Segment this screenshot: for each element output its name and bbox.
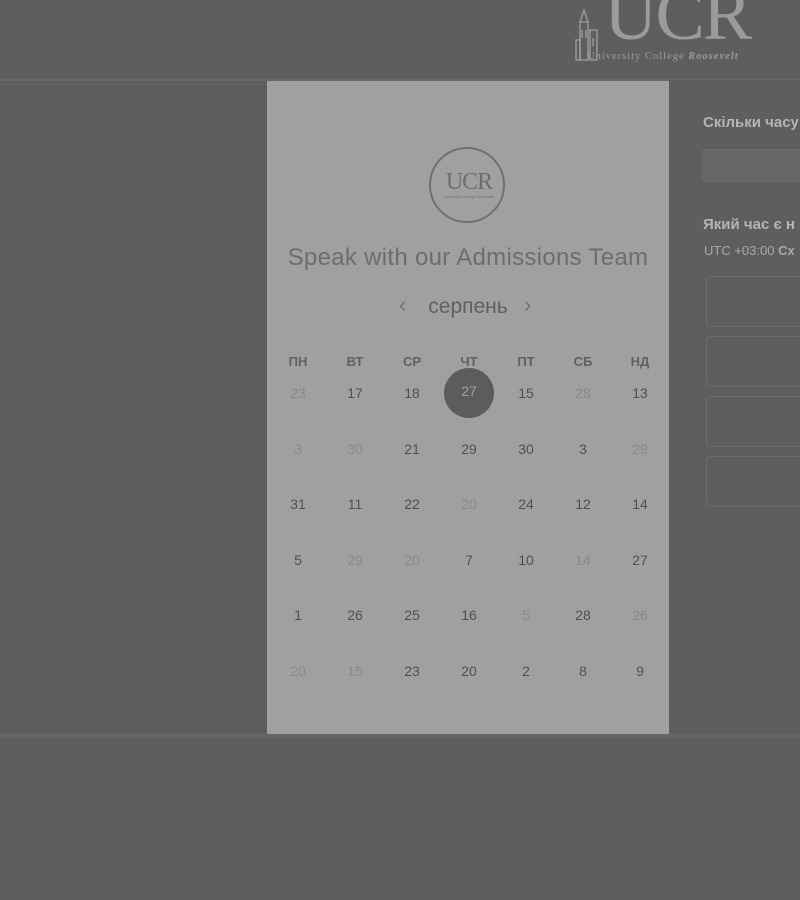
duration-select[interactable] <box>702 149 800 182</box>
time-slot[interactable] <box>706 336 800 387</box>
calendar-day: 14 <box>575 552 591 568</box>
calendar-day: 29 <box>347 552 363 568</box>
calendar-day-selected[interactable]: 27 <box>444 368 494 418</box>
time-slot[interactable] <box>706 456 800 507</box>
calendar-day[interactable]: 28 <box>558 590 608 640</box>
chevron-right-icon[interactable]: › <box>524 293 531 317</box>
calendar-day[interactable]: 21 <box>387 424 437 474</box>
calendar-day[interactable]: 15 <box>501 368 551 418</box>
modal-logo: UCR University College Roosevelt <box>429 147 505 223</box>
modal-logo-wordmark: UCR <box>445 169 493 195</box>
calendar-day[interactable]: 11 <box>330 479 380 529</box>
calendar-day[interactable]: 22 <box>387 479 437 529</box>
calendar-day[interactable]: 8 <box>558 646 608 696</box>
weekday-header: ПН <box>288 354 308 369</box>
calendar-day: 29 <box>632 441 648 457</box>
calendar-day: 20 <box>404 552 420 568</box>
logo-wordmark: UCR <box>604 0 752 56</box>
calendar-day[interactable]: 27 <box>615 535 665 585</box>
calendar-day: 26 <box>632 607 648 623</box>
left-panel <box>0 84 267 735</box>
calendar-day[interactable]: 5 <box>273 535 323 585</box>
calendar-day[interactable]: 3 <box>558 424 608 474</box>
timezone-suffix: Сх <box>778 243 795 258</box>
calendar-day: 23 <box>290 385 306 401</box>
calendar-day[interactable]: 24 <box>501 479 551 529</box>
logo-subtitle-plain: University College <box>587 51 689 62</box>
scheduler-modal: UCR University College Roosevelt Speak w… <box>267 81 669 734</box>
calendar-day[interactable]: 12 <box>558 479 608 529</box>
logo-subtitle-italic: Roosevelt <box>688 51 739 62</box>
time-slot[interactable] <box>706 276 800 327</box>
calendar-day: 20 <box>461 496 477 512</box>
calendar-day[interactable]: 23 <box>387 646 437 696</box>
calendar-day[interactable]: 29 <box>444 424 494 474</box>
time-slot[interactable] <box>706 396 800 447</box>
footer-divider <box>0 734 800 738</box>
weekday-header: ЧТ <box>460 354 478 369</box>
calendar-day[interactable]: 30 <box>501 424 551 474</box>
calendar-day[interactable]: 18 <box>387 368 437 418</box>
calendar-day[interactable]: 13 <box>615 368 665 418</box>
calendar-day[interactable]: 9 <box>615 646 665 696</box>
weekday-header: ПТ <box>517 354 535 369</box>
site-header: UCR University College Roosevelt <box>0 0 800 80</box>
calendar-day[interactable]: 1 <box>273 590 323 640</box>
weekday-header: СБ <box>573 354 593 369</box>
month-label: серпень <box>428 295 508 318</box>
calendar-day[interactable]: 7 <box>444 535 494 585</box>
timezone-prefix: UTC +03:00 <box>704 243 779 258</box>
logo-subtitle: University College Roosevelt <box>587 51 777 62</box>
calendar-day: 5 <box>522 607 530 623</box>
calendar-day: 30 <box>347 441 363 457</box>
calendar-day[interactable]: 16 <box>444 590 494 640</box>
calendar-day: 20 <box>290 663 306 679</box>
duration-question: Скільки часу <box>703 114 799 131</box>
modal-title: Speak with our Admissions Team <box>287 244 649 271</box>
weekday-header: НД <box>630 354 650 369</box>
ucr-logo[interactable]: UCR University College Roosevelt <box>574 0 774 70</box>
month-navigation: ‹ серпень › <box>267 293 669 319</box>
calendar-day: 15 <box>347 663 363 679</box>
calendar-day[interactable]: 31 <box>273 479 323 529</box>
chevron-left-icon[interactable]: ‹ <box>399 293 406 317</box>
calendar-day[interactable]: 2 <box>501 646 551 696</box>
calendar-day: 3 <box>294 441 302 457</box>
calendar-day[interactable]: 20 <box>444 646 494 696</box>
timezone-label: UTC +03:00 Сх <box>704 243 795 258</box>
calendar-day[interactable]: 25 <box>387 590 437 640</box>
modal-logo-subtitle: University College Roosevelt <box>443 195 495 199</box>
time-question: Який час є н <box>703 216 795 233</box>
calendar-day[interactable]: 26 <box>330 590 380 640</box>
calendar-day: 28 <box>575 385 591 401</box>
calendar-day[interactable]: 14 <box>615 479 665 529</box>
weekday-header: ВТ <box>346 354 364 369</box>
calendar-day[interactable]: 17 <box>330 368 380 418</box>
calendar-day[interactable]: 10 <box>501 535 551 585</box>
weekday-header: СР <box>402 354 422 369</box>
